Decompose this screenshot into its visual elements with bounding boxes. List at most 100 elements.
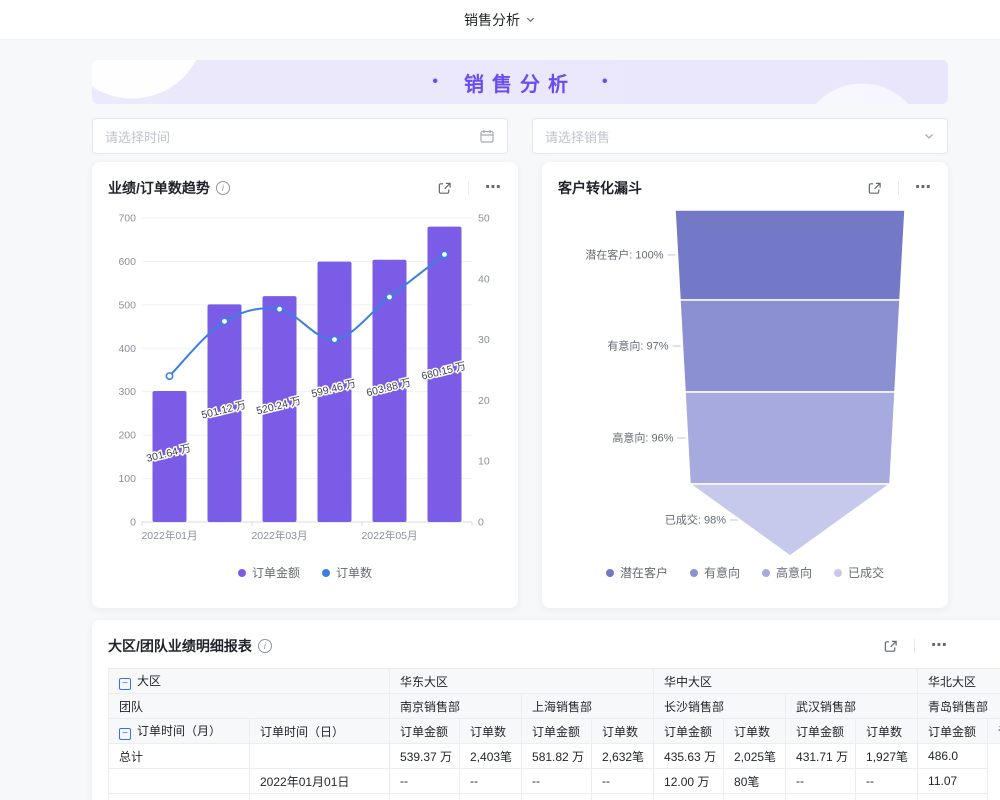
- day-column-header: 订单时间（日）: [250, 719, 390, 744]
- legend-label: 高意向: [776, 564, 812, 581]
- table-row: 2022年01月02日--------22.05 万90笔----11.0: [109, 794, 1000, 800]
- line-point[interactable]: [441, 251, 447, 257]
- legend-dot: [322, 569, 330, 577]
- banner-dot-left: •: [432, 73, 438, 91]
- value-cell: --: [786, 794, 856, 800]
- svg-text:600: 600: [118, 256, 136, 268]
- value-cell: 2,632笔: [592, 744, 654, 769]
- team-header: 武汉销售部: [786, 694, 918, 719]
- svg-text:2022年03月: 2022年03月: [251, 529, 307, 542]
- chevron-down-icon: [923, 130, 935, 142]
- svg-text:潜在客户: 100%: 潜在客户: 100%: [585, 248, 663, 262]
- line-point[interactable]: [276, 306, 282, 312]
- legend-item[interactable]: 潜在客户: [606, 564, 668, 581]
- more-icon[interactable]: ⋯: [485, 181, 502, 195]
- svg-text:0: 0: [130, 517, 136, 529]
- sales-filter-placeholder: 请选择销售: [545, 127, 923, 146]
- value-cell: --: [522, 769, 592, 794]
- team-header: 南京销售部: [390, 694, 522, 719]
- value-cell: 435.63 万: [654, 744, 724, 769]
- info-icon[interactable]: i: [216, 181, 230, 195]
- value-cell: 11.07: [918, 769, 988, 794]
- dashboard-content: • 销售分析 • 请选择时间 请选择销售 业绩/订单数趋势 i: [92, 40, 948, 800]
- legend-label: 订单金额: [252, 564, 300, 581]
- report-table-wrap[interactable]: −大区华东大区华中大区华北大区团队南京销售部上海销售部长沙销售部武汉销售部青岛销…: [108, 668, 1000, 800]
- legend-dot: [238, 569, 246, 577]
- time-filter-placeholder: 请选择时间: [105, 127, 479, 146]
- line-point[interactable]: [221, 318, 227, 324]
- funnel-stage-潜在客户[interactable]: [675, 210, 905, 300]
- trend-card: 业绩/订单数趋势 i ⋯ 010020030040050060070001020…: [92, 162, 518, 608]
- amount-column-header: 订单金额: [786, 719, 856, 744]
- value-cell: 11.0: [918, 794, 988, 800]
- svg-text:500: 500: [118, 299, 136, 311]
- report-table: −大区华东大区华中大区华北大区团队南京销售部上海销售部长沙销售部武汉销售部青岛销…: [108, 668, 1000, 800]
- more-icon[interactable]: ⋯: [931, 639, 948, 653]
- divider: [468, 181, 469, 195]
- day-cell: 2022年01月01日: [250, 769, 390, 794]
- value-cell: 1,927笔: [856, 744, 918, 769]
- value-cell: --: [786, 769, 856, 794]
- svg-text:0: 0: [478, 517, 484, 529]
- export-icon[interactable]: [867, 181, 882, 196]
- chevron-down-icon: [525, 14, 536, 25]
- amount-column-header: 订单金额: [390, 719, 460, 744]
- divider: [898, 181, 899, 195]
- value-cell: --: [592, 794, 654, 800]
- value-cell: 2,025笔: [724, 744, 786, 769]
- report-card: 大区/团队业绩明细报表 i ⋯ −大区华东大区华中大区华北大区团队南京销售部上海…: [92, 620, 1000, 800]
- amount-column-header: 订单金额: [522, 719, 592, 744]
- collapse-icon[interactable]: −: [119, 728, 131, 740]
- value-cell: --: [592, 769, 654, 794]
- sales-filter-select[interactable]: 请选择销售: [532, 118, 948, 154]
- legend-dot: [834, 569, 842, 577]
- legend-item[interactable]: 已成交: [834, 564, 884, 581]
- time-filter-input[interactable]: 请选择时间: [92, 118, 508, 154]
- export-icon[interactable]: [883, 639, 898, 654]
- count-column-header: 订单数: [592, 719, 654, 744]
- value-cell: 431.71 万: [786, 744, 856, 769]
- region-header: 华中大区: [654, 669, 918, 694]
- value-cell: --: [390, 769, 460, 794]
- legend-item[interactable]: 有意向: [690, 564, 740, 581]
- collapse-icon[interactable]: −: [119, 678, 131, 690]
- count-column-header: 订单数: [460, 719, 522, 744]
- trend-chart: 010020030040050060070001020304050301.64 …: [108, 206, 502, 562]
- page-title: 销售分析: [464, 10, 520, 30]
- svg-text:300: 300: [118, 386, 136, 398]
- info-icon[interactable]: i: [258, 639, 272, 653]
- svg-text:100: 100: [118, 473, 136, 485]
- export-icon[interactable]: [437, 181, 452, 196]
- banner-dot-right: •: [602, 73, 608, 91]
- page-title-dropdown[interactable]: 销售分析: [464, 10, 536, 30]
- svg-text:40: 40: [478, 273, 490, 285]
- more-icon[interactable]: ⋯: [915, 181, 932, 195]
- count-column-header: 订单数: [988, 719, 1000, 744]
- svg-text:有意向: 97%: 有意向: 97%: [607, 339, 668, 353]
- count-column-header: 订单数: [856, 719, 918, 744]
- month-cell: [109, 794, 250, 800]
- legend-item[interactable]: 高意向: [762, 564, 812, 581]
- line-point[interactable]: [386, 294, 392, 300]
- banner: • 销售分析 •: [92, 60, 948, 104]
- legend-label: 订单数: [336, 564, 372, 581]
- legend-item[interactable]: 订单金额: [238, 564, 300, 581]
- line-point[interactable]: [166, 373, 172, 379]
- value-cell: 2,403笔: [460, 744, 522, 769]
- legend-label: 有意向: [704, 564, 740, 581]
- region-row-header: −大区: [109, 669, 390, 694]
- funnel-stage-高意向[interactable]: [685, 392, 895, 484]
- funnel-card-header: 客户转化漏斗 ⋯: [558, 176, 932, 200]
- value-cell: 12.00 万: [654, 769, 724, 794]
- svg-text:400: 400: [118, 343, 136, 355]
- amount-column-header: 订单金额: [654, 719, 724, 744]
- line-point[interactable]: [331, 336, 337, 342]
- funnel-stage-有意向[interactable]: [680, 300, 900, 392]
- legend-item[interactable]: 订单数: [322, 564, 372, 581]
- value-cell: --: [460, 794, 522, 800]
- trend-card-title: 业绩/订单数趋势: [108, 178, 210, 198]
- svg-text:200: 200: [118, 430, 136, 442]
- svg-text:700: 700: [118, 213, 136, 225]
- table-row: 2022年01月01日--------12.00 万80笔----11.07: [109, 769, 1000, 794]
- value-cell: 22.05 万: [654, 794, 724, 800]
